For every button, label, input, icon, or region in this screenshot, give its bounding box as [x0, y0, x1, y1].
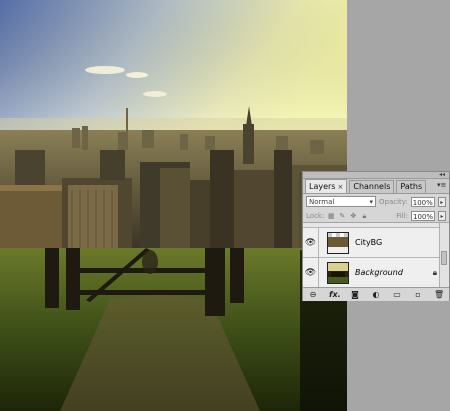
- tab-paths-label: Paths: [400, 182, 423, 191]
- scrollbar-thumb[interactable]: [441, 251, 447, 265]
- layer-thumbnail: [327, 231, 349, 254]
- tab-layers[interactable]: Layers ×: [305, 179, 348, 193]
- opacity-input[interactable]: 100%: [410, 196, 435, 207]
- tab-channels[interactable]: Channels: [349, 180, 395, 193]
- lock-all-icon[interactable]: 🔒︎: [360, 212, 368, 220]
- layer-thumbnail: [327, 261, 349, 284]
- layers-scrollbar[interactable]: [439, 223, 449, 287]
- lock-transparent-icon[interactable]: ▦: [327, 212, 335, 220]
- close-icon[interactable]: ×: [337, 181, 343, 193]
- panel-footer: ⊖ fx. ◙ ◐ ▭ ▫ 🗑︎: [303, 287, 449, 301]
- tab-channels-label: Channels: [353, 182, 391, 191]
- panel-menu-icon[interactable]: ▾≡: [437, 181, 446, 190]
- layer-name[interactable]: CityBG: [355, 238, 382, 247]
- opacity-label: Opacity:: [379, 197, 408, 206]
- tab-layers-label: Layers: [309, 181, 336, 191]
- fill-arrow-icon[interactable]: ▸: [438, 210, 446, 221]
- opacity-arrow-icon[interactable]: ▸: [437, 196, 446, 207]
- blend-mode-value: Normal: [309, 197, 335, 206]
- layer-row-background[interactable]: 👁︎ Background 🔒︎: [303, 258, 449, 287]
- collapse-icon[interactable]: ◂◂: [439, 172, 445, 178]
- layers-panel: ◂◂ Layers × Channels Paths ▾≡ Normal ▾ O…: [302, 171, 450, 301]
- layer-row-citybg[interactable]: 👁︎ CityBG: [303, 228, 449, 258]
- new-layer-icon[interactable]: ▫: [413, 290, 423, 299]
- blend-mode-select[interactable]: Normal ▾: [306, 196, 376, 207]
- eye-icon[interactable]: 👁︎: [303, 258, 319, 287]
- document-canvas[interactable]: [0, 0, 347, 411]
- tab-paths[interactable]: Paths: [396, 180, 427, 193]
- lock-label: Lock:: [306, 211, 325, 220]
- panel-title-bar[interactable]: ◂◂: [303, 172, 449, 179]
- panel-tabs: Layers × Channels Paths ▾≡: [303, 179, 449, 194]
- fx-icon[interactable]: fx.: [329, 290, 341, 299]
- layer-name[interactable]: Background: [355, 268, 403, 277]
- layer-lock-icon: 🔒︎: [432, 267, 437, 277]
- adjustment-layer-icon[interactable]: ◐: [371, 290, 381, 299]
- lock-image-icon[interactable]: ✎: [338, 212, 346, 220]
- chevron-down-icon: ▾: [369, 197, 373, 206]
- link-layers-icon[interactable]: ⊖: [308, 290, 318, 299]
- lock-position-icon[interactable]: ✥: [349, 212, 357, 220]
- fill-input[interactable]: 100%: [411, 210, 435, 221]
- trash-icon[interactable]: 🗑︎: [434, 290, 444, 299]
- eye-icon[interactable]: 👁︎: [303, 228, 319, 257]
- add-mask-icon[interactable]: ◙: [350, 290, 360, 299]
- fill-label: Fill:: [396, 211, 408, 220]
- layers-list: 👁︎ CityBG 👁︎ Background 🔒︎: [303, 223, 449, 287]
- canvas-image: [0, 0, 347, 411]
- group-folder-icon[interactable]: ▭: [392, 290, 402, 299]
